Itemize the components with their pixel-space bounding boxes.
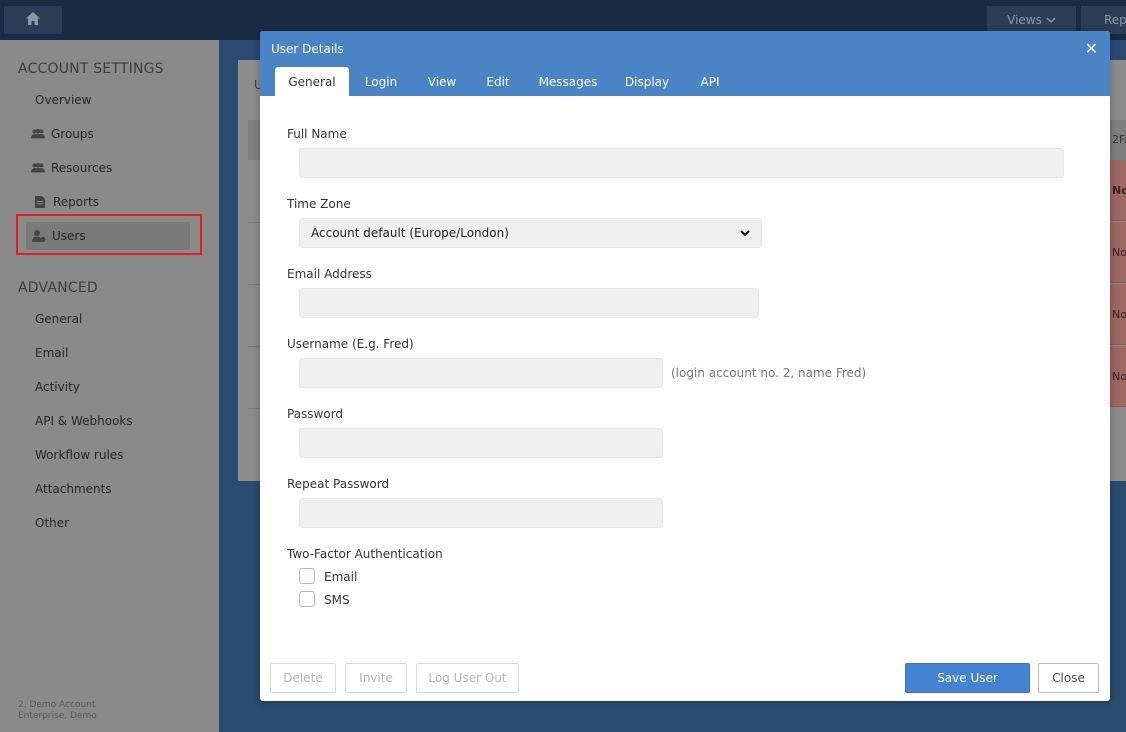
sidebar-item-label: Overview [35, 93, 92, 107]
selection-highlight [16, 214, 202, 255]
sidebar-item-label: Resources [51, 161, 113, 175]
email-field[interactable] [299, 288, 759, 318]
sidebar-item-workflow-rules[interactable]: Workflow rules [26, 441, 190, 469]
close-icon[interactable]: ✕ [1085, 39, 1098, 58]
invite-button[interactable]: Invite [345, 663, 407, 693]
password-field[interactable] [299, 428, 663, 458]
account-plan: Enterprise, Demo [18, 711, 97, 721]
time-zone-value: Account default (Europe/London) [311, 226, 509, 240]
full-name-label: Full Name [287, 127, 347, 141]
sidebar-item-general[interactable]: General [26, 305, 190, 333]
delete-button[interactable]: Delete [270, 663, 336, 693]
password-label: Password [287, 407, 344, 421]
tab-view[interactable]: View [420, 67, 464, 96]
chevron-down-icon [740, 226, 750, 240]
settings-sidebar: ACCOUNT SETTINGS Overview Groups Resourc… [0, 40, 219, 732]
background-2fa-cell: No [1108, 160, 1126, 221]
sidebar-item-groups[interactable]: Groups [26, 120, 190, 148]
sidebar-item-resources[interactable]: Resources [26, 154, 190, 182]
two-factor-label: Two-Factor Authentication [287, 547, 443, 561]
row-divider [248, 346, 260, 347]
modal-header: User Details ✕ General Login View Edit M… [260, 31, 1110, 96]
sidebar-item-label: General [35, 312, 83, 326]
close-button[interactable]: Close [1038, 663, 1099, 693]
cell-value: No [1112, 183, 1126, 197]
tab-edit[interactable]: Edit [478, 67, 518, 96]
modal-title: User Details [271, 42, 344, 56]
sidebar-item-label: Reports [53, 195, 100, 209]
background-2fa-cell: No [1108, 284, 1126, 345]
cell-value: No [1112, 369, 1126, 383]
time-zone-select[interactable]: Account default (Europe/London) [299, 218, 762, 248]
advanced-heading: ADVANCED [18, 280, 98, 296]
tab-messages[interactable]: Messages [532, 67, 604, 96]
cell-value: No [1112, 245, 1126, 259]
background-2fa-cell: No [1108, 222, 1126, 283]
sidebar-item-api-webhooks[interactable]: API & Webhooks [26, 407, 190, 435]
user-details-modal: User Details ✕ General Login View Edit M… [260, 31, 1110, 701]
sidebar-item-reports[interactable]: Reports [26, 188, 190, 216]
sidebar-item-label: Attachments [35, 482, 112, 496]
tab-login[interactable]: Login [356, 67, 406, 96]
time-zone-label: Time Zone [287, 197, 351, 211]
views-label: Views [1007, 13, 1042, 27]
twofa-email-label: Email [324, 570, 358, 584]
group-icon [31, 127, 45, 141]
account-settings-heading: ACCOUNT SETTINGS [18, 61, 164, 77]
sidebar-item-label: Groups [51, 127, 94, 141]
account-name: 2, Demo Account [18, 700, 96, 710]
tab-display[interactable]: Display [618, 67, 676, 96]
log-user-out-button[interactable]: Log User Out [416, 663, 519, 693]
background-2fa-cell: No [1108, 346, 1126, 407]
username-hint: (login account no. 2, name Fred) [671, 366, 867, 380]
reports-button[interactable]: Reports [1081, 6, 1126, 34]
sidebar-item-label: Email [35, 346, 69, 360]
sidebar-item-label: Activity [35, 380, 80, 394]
document-icon [33, 195, 47, 209]
home-icon [26, 12, 40, 28]
username-field[interactable] [299, 358, 663, 388]
twofa-sms-checkbox[interactable] [299, 591, 315, 607]
chevron-down-icon [1046, 13, 1056, 27]
username-label: Username (E.g. Fred) [287, 337, 414, 351]
sidebar-item-label: Workflow rules [35, 448, 124, 462]
twofa-sms-label: SMS [324, 593, 350, 607]
home-button[interactable] [4, 6, 62, 34]
sidebar-item-other[interactable]: Other [26, 509, 190, 537]
row-divider [248, 284, 260, 285]
background-2fa-column: 2FA [1112, 133, 1126, 146]
repeat-password-field[interactable] [299, 498, 663, 528]
sidebar-item-activity[interactable]: Activity [26, 373, 190, 401]
account-footer: 2, Demo Account Enterprise, Demo [18, 700, 97, 722]
sidebar-item-attachments[interactable]: Attachments [26, 475, 190, 503]
full-name-field[interactable] [299, 148, 1064, 178]
save-user-button[interactable]: Save User [905, 663, 1030, 693]
sidebar-item-label: Other [35, 516, 70, 530]
email-label: Email Address [287, 267, 372, 281]
reports-label: Reports [1104, 13, 1126, 27]
sidebar-item-label: API & Webhooks [35, 414, 133, 428]
tab-general[interactable]: General [275, 67, 349, 96]
sidebar-item-overview[interactable]: Overview [26, 86, 190, 114]
sidebar-item-email[interactable]: Email [26, 339, 190, 367]
tab-api[interactable]: API [692, 67, 728, 96]
cell-value: No [1112, 307, 1126, 321]
views-dropdown[interactable]: Views [987, 6, 1076, 34]
row-divider [248, 408, 260, 409]
twofa-email-checkbox[interactable] [299, 568, 315, 584]
row-divider [248, 222, 260, 223]
repeat-password-label: Repeat Password [287, 477, 390, 491]
group-icon [31, 161, 45, 175]
